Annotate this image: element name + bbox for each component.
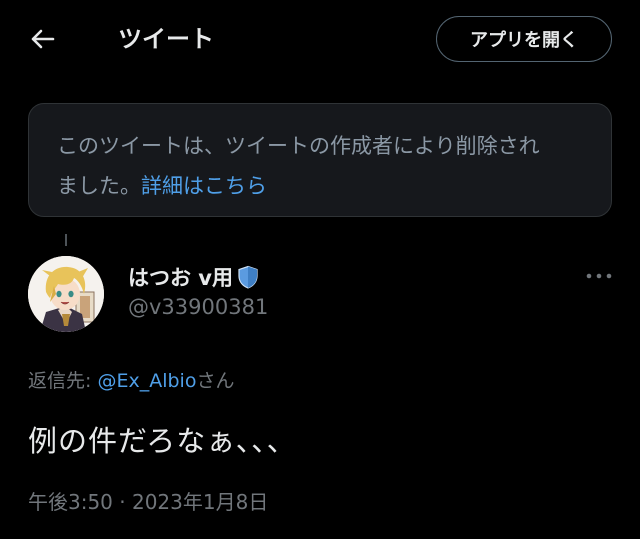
reply-context: 返信先: @Ex_Albioさん (28, 366, 234, 393)
tweet-timestamp[interactable]: 午後3:50 · 2023年1月8日 (28, 486, 268, 515)
learn-more-link[interactable]: 詳細はこちら (141, 174, 267, 198)
notice-line-2: ました。詳細はこちら (57, 166, 583, 206)
avatar-image (28, 256, 104, 332)
reply-suffix: さん (196, 370, 235, 392)
open-app-button[interactable]: アプリを開く (436, 16, 612, 62)
more-dots-icon (586, 273, 612, 279)
avatar[interactable] (28, 256, 104, 332)
notice-line-1: このツイートは、ツイートの作成者により削除され (57, 134, 540, 158)
reply-prefix: 返信先: (28, 370, 98, 392)
tweet-text: 例の件だろなぁ、、、 (28, 424, 297, 458)
thread-connector-line (65, 234, 67, 246)
back-arrow-icon (31, 29, 55, 49)
shield-badge-icon (238, 265, 258, 289)
more-options-button[interactable] (584, 264, 614, 288)
reply-mention-link[interactable]: @Ex_Albio (97, 370, 196, 392)
page-title: ツイート (118, 25, 214, 53)
author-display-name[interactable]: はつお v用 (128, 262, 259, 292)
notice-line-2-text: ました。 (57, 174, 141, 198)
author-handle[interactable]: @v33900381 (128, 295, 268, 319)
display-name-text: はつお v用 (128, 266, 233, 290)
deleted-tweet-notice: このツイートは、ツイートの作成者により削除され ました。詳細はこちら (28, 103, 612, 217)
top-bar: ツイート アプリを開く (0, 0, 640, 80)
back-button[interactable] (26, 22, 60, 56)
